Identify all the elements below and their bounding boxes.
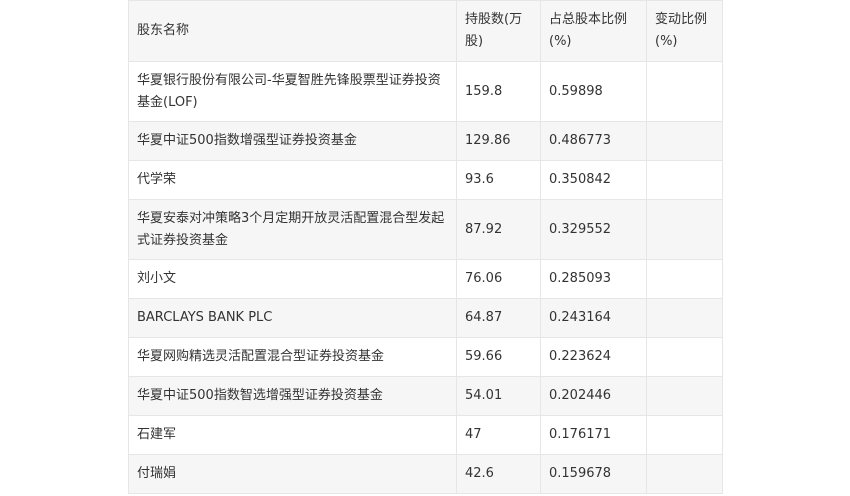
cell-change-ratio xyxy=(646,337,723,377)
cell-shareholder-name: 华夏中证500指数智选增强型证券投资基金 xyxy=(128,376,457,416)
cell-shares-held: 54.01 xyxy=(456,376,541,416)
cell-shares-held: 129.86 xyxy=(456,121,541,161)
cell-shareholder-name: BARCLAYS BANK PLC xyxy=(128,298,457,338)
cell-shareholder-name: 华夏中证500指数增强型证券投资基金 xyxy=(128,121,457,161)
cell-share-ratio: 0.223624 xyxy=(540,337,647,377)
table-row: 代学荣 93.6 0.350842 xyxy=(128,160,723,200)
cell-shareholder-name: 石建军 xyxy=(128,415,457,455)
cell-change-ratio xyxy=(646,61,723,122)
cell-change-ratio xyxy=(646,199,723,260)
cell-change-ratio xyxy=(646,415,723,455)
cell-share-ratio: 0.486773 xyxy=(540,121,647,161)
cell-shares-held: 64.87 xyxy=(456,298,541,338)
cell-shareholder-name: 代学荣 xyxy=(128,160,457,200)
header-share-ratio: 占总股本比例(%) xyxy=(540,0,647,62)
header-change-ratio: 变动比例(%) xyxy=(646,0,723,62)
table-header-row: 股东名称 持股数(万股) 占总股本比例(%) 变动比例(%) xyxy=(128,0,723,62)
cell-shareholder-name: 华夏安泰对冲策略3个月定期开放灵活配置混合型发起式证券投资基金 xyxy=(128,199,457,260)
cell-share-ratio: 0.59898 xyxy=(540,61,647,122)
cell-share-ratio: 0.329552 xyxy=(540,199,647,260)
table-row: 刘小文 76.06 0.285093 xyxy=(128,259,723,299)
cell-shareholder-name: 华夏银行股份有限公司-华夏智胜先锋股票型证券投资基金(LOF) xyxy=(128,61,457,122)
cell-share-ratio: 0.176171 xyxy=(540,415,647,455)
table-row: 华夏网购精选灵活配置混合型证券投资基金 59.66 0.223624 xyxy=(128,337,723,377)
table-row: 石建军 47 0.176171 xyxy=(128,415,723,455)
table-row: BARCLAYS BANK PLC 64.87 0.243164 xyxy=(128,298,723,338)
shareholder-table-container: 股东名称 持股数(万股) 占总股本比例(%) 变动比例(%) 华夏银行股份有限公… xyxy=(128,0,723,494)
cell-shares-held: 59.66 xyxy=(456,337,541,377)
cell-change-ratio xyxy=(646,376,723,416)
cell-shareholder-name: 刘小文 xyxy=(128,259,457,299)
cell-shares-held: 159.8 xyxy=(456,61,541,122)
cell-shareholder-name: 付瑞娟 xyxy=(128,454,457,494)
cell-share-ratio: 0.202446 xyxy=(540,376,647,416)
cell-shares-held: 42.6 xyxy=(456,454,541,494)
cell-change-ratio xyxy=(646,121,723,161)
header-shareholder-name: 股东名称 xyxy=(128,0,457,62)
cell-share-ratio: 0.159678 xyxy=(540,454,647,494)
cell-share-ratio: 0.350842 xyxy=(540,160,647,200)
cell-share-ratio: 0.285093 xyxy=(540,259,647,299)
table-row: 付瑞娟 42.6 0.159678 xyxy=(128,454,723,494)
header-shares-held: 持股数(万股) xyxy=(456,0,541,62)
cell-shares-held: 47 xyxy=(456,415,541,455)
table-row: 华夏银行股份有限公司-华夏智胜先锋股票型证券投资基金(LOF) 159.8 0.… xyxy=(128,61,723,122)
cell-shares-held: 93.6 xyxy=(456,160,541,200)
cell-share-ratio: 0.243164 xyxy=(540,298,647,338)
shareholder-table: 股东名称 持股数(万股) 占总股本比例(%) 变动比例(%) 华夏银行股份有限公… xyxy=(128,0,723,494)
cell-change-ratio xyxy=(646,298,723,338)
cell-shares-held: 87.92 xyxy=(456,199,541,260)
cell-change-ratio xyxy=(646,259,723,299)
table-row: 华夏中证500指数智选增强型证券投资基金 54.01 0.202446 xyxy=(128,376,723,416)
cell-change-ratio xyxy=(646,454,723,494)
cell-shares-held: 76.06 xyxy=(456,259,541,299)
cell-shareholder-name: 华夏网购精选灵活配置混合型证券投资基金 xyxy=(128,337,457,377)
table-row: 华夏安泰对冲策略3个月定期开放灵活配置混合型发起式证券投资基金 87.92 0.… xyxy=(128,199,723,260)
cell-change-ratio xyxy=(646,160,723,200)
table-row: 华夏中证500指数增强型证券投资基金 129.86 0.486773 xyxy=(128,121,723,161)
